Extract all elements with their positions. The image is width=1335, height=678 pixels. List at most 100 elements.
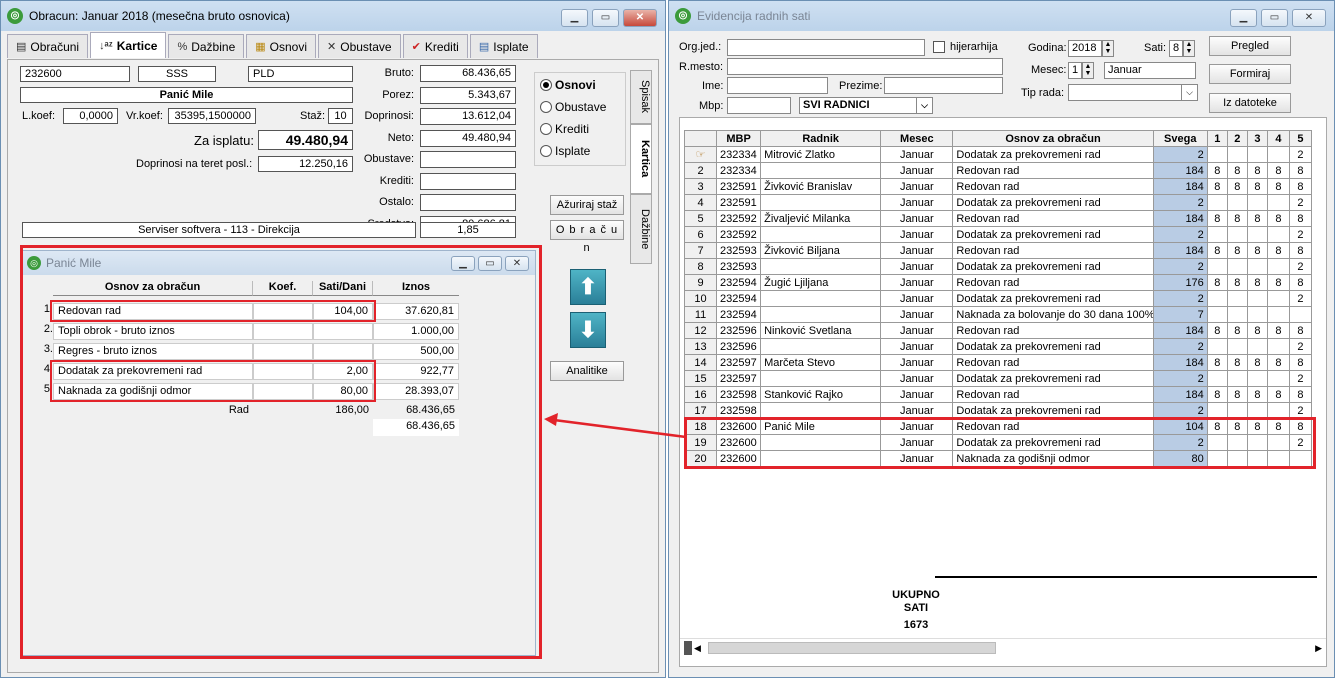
tab-dažbine[interactable]: % Dažbine xyxy=(168,34,245,58)
column-header[interactable]: Svega xyxy=(1152,130,1208,147)
sati-input[interactable]: 8 xyxy=(1169,40,1183,57)
table-row[interactable]: 6 232592 Januar Dodatak za prekovremeni rad… xyxy=(683,226,1313,243)
column-header[interactable]: 4 xyxy=(1266,130,1290,147)
sati-cell[interactable]: 104,00 xyxy=(313,303,373,320)
scroll-right-icon[interactable]: ▶ xyxy=(1315,643,1322,654)
close-button[interactable]: ✕ xyxy=(1292,9,1326,27)
tiprada-select[interactable]: ⌵ xyxy=(1068,84,1198,101)
table-row[interactable]: 17 232598 Januar Dodatak za prekovremeni ra… xyxy=(683,402,1313,419)
iz-datoteke-button[interactable]: Iz datoteke xyxy=(1209,93,1291,113)
scroll-left-icon[interactable]: ◀ xyxy=(694,643,701,654)
obracun-button[interactable]: O b r a č u n xyxy=(550,220,624,254)
vtab-dažbine[interactable]: Dažbine xyxy=(630,194,652,264)
prezime-input[interactable] xyxy=(884,77,1003,94)
osnov-cell[interactable]: Regres - bruto iznos xyxy=(53,343,253,360)
maximize-button[interactable]: ▭ xyxy=(1261,9,1288,27)
scrollbar-thumb[interactable] xyxy=(708,642,996,654)
mesec-spinner[interactable]: ▲ ▼ xyxy=(1082,62,1094,79)
move-down-button[interactable]: ⬇ xyxy=(570,312,606,348)
sati-cell[interactable]: 80,00 xyxy=(313,383,373,400)
orgjed-input[interactable] xyxy=(727,39,925,56)
minimize-button[interactable]: ▁ xyxy=(561,9,588,27)
vtab-spisak[interactable]: Spisak xyxy=(630,70,652,124)
tab-isplate[interactable]: ▤ Isplate xyxy=(469,34,538,58)
minimize-button[interactable]: ▁ xyxy=(1230,9,1257,27)
table-row[interactable]: 20 232600 Januar Naknada za godišnji odmor 8… xyxy=(683,450,1313,467)
sub-close-button[interactable]: ✕ xyxy=(505,256,529,271)
pregled-button[interactable]: Pregled xyxy=(1209,36,1291,56)
table-row[interactable]: 11 232594 Januar Naknada za bolovanje do 30… xyxy=(683,306,1313,323)
analitike-button[interactable]: Analitike xyxy=(550,361,624,381)
sati-cell[interactable]: 2,00 xyxy=(313,363,373,380)
osnov-cell[interactable]: Topli obrok - bruto iznos xyxy=(53,323,253,340)
koef-cell[interactable] xyxy=(253,303,313,320)
table-row[interactable]: 7 232593 Živković Biljana Januar Redovan rad… xyxy=(683,242,1313,259)
sub-minimize-button[interactable]: ▁ xyxy=(451,256,475,271)
table-row[interactable]: 3 232591 Živković Branislav Januar Redovan r… xyxy=(683,178,1313,195)
column-header[interactable]: Mesec xyxy=(880,130,954,147)
rmesto-input[interactable] xyxy=(727,58,1003,75)
radio-isplate[interactable]: Isplate xyxy=(540,144,590,158)
mesec-input[interactable]: 1 xyxy=(1068,62,1082,79)
osnov-cell: Dodatak za prekovremeni rad xyxy=(952,338,1154,355)
koef-cell[interactable] xyxy=(253,323,313,340)
osnov-cell[interactable]: Redovan rad xyxy=(53,303,253,320)
table-row[interactable]: 18 232600 Panić Mile Januar Redovan rad 104 8 8… xyxy=(683,418,1313,435)
godina-input[interactable]: 2018 xyxy=(1068,40,1102,57)
osnov-cell[interactable]: Dodatak za prekovremeni rad xyxy=(53,363,253,380)
iznos-cell[interactable]: 1.000,00 xyxy=(373,323,459,340)
column-header[interactable]: Osnov za obračun xyxy=(952,130,1154,147)
column-header[interactable]: 5 xyxy=(1288,130,1313,147)
hijerarhija-checkbox[interactable] xyxy=(933,41,945,53)
maximize-button[interactable]: ▭ xyxy=(592,9,619,27)
tab-krediti[interactable]: ✔ Krediti xyxy=(402,34,468,58)
tab-osnovi[interactable]: ▦ Osnovi xyxy=(246,34,317,58)
radio-osnovi[interactable]: Osnovi xyxy=(540,78,596,92)
koef-cell[interactable] xyxy=(253,363,313,380)
column-header[interactable]: 2 xyxy=(1226,130,1248,147)
tab-obračuni[interactable]: ▤ Obračuni xyxy=(7,34,89,58)
column-header[interactable]: MBP xyxy=(716,130,762,147)
radio-obustave[interactable]: Obustave xyxy=(540,100,606,114)
iznos-cell[interactable]: 500,00 xyxy=(373,343,459,360)
iznos-cell[interactable]: 28.393,07 xyxy=(373,383,459,400)
vtab-kartica[interactable]: Kartica xyxy=(630,124,652,194)
tab-obustave[interactable]: ✕ Obustave xyxy=(318,34,401,58)
table-row[interactable]: 9 232594 Žugić Ljiljana Januar Redovan rad 17… xyxy=(683,274,1313,291)
osnov-cell[interactable]: Naknada za godišnji odmor xyxy=(53,383,253,400)
move-up-button[interactable]: ⬆ xyxy=(570,269,606,305)
column-header[interactable]: Radnik xyxy=(760,130,882,147)
table-row[interactable]: ☞ 232334 Mitrović Zlatko Januar Dodatak za p… xyxy=(683,146,1313,163)
iznos-cell[interactable]: 922,77 xyxy=(373,363,459,380)
radio-krediti[interactable]: Krediti xyxy=(540,122,589,136)
table-row[interactable]: 12 232596 Ninković Svetlana Januar Redovan r… xyxy=(683,322,1313,339)
sub-maximize-button[interactable]: ▭ xyxy=(478,256,502,271)
ime-input[interactable] xyxy=(727,77,828,94)
table-row[interactable]: 19 232600 Januar Dodatak za prekovremeni ra… xyxy=(683,434,1313,451)
table-row[interactable]: 16 232598 Stanković Rajko Januar Redovan rad… xyxy=(683,386,1313,403)
close-button[interactable]: ✕ xyxy=(623,9,657,27)
svi-radnici-select[interactable]: SVI RADNICI ⌵ xyxy=(799,97,933,114)
table-row[interactable]: 14 232597 Marčeta Stevo Januar Redovan rad 18… xyxy=(683,354,1313,371)
godina-spinner[interactable]: ▲ ▼ xyxy=(1102,40,1114,57)
table-row[interactable]: 5 232592 Živaljević Milanka Januar Redovan r… xyxy=(683,210,1313,227)
mbp-input[interactable] xyxy=(727,97,791,114)
table-row[interactable]: 8 232593 Januar Dodatak za prekovremeni rad… xyxy=(683,258,1313,275)
table-row[interactable]: 15 232597 Januar Dodatak za prekovremeni ra… xyxy=(683,370,1313,387)
iznos-cell[interactable]: 37.620,81 xyxy=(373,303,459,320)
table-row[interactable]: 10 232594 Januar Dodatak za prekovremeni ra… xyxy=(683,290,1313,307)
formiraj-button[interactable]: Formiraj xyxy=(1209,64,1291,84)
table-row[interactable]: 4 232591 Januar Dodatak za prekovremeni rad… xyxy=(683,194,1313,211)
column-header[interactable]: 3 xyxy=(1246,130,1268,147)
column-header[interactable]: 1 xyxy=(1206,130,1228,147)
table-row[interactable]: 13 232596 Januar Dodatak za prekovremeni ra… xyxy=(683,338,1313,355)
sati-cell[interactable] xyxy=(313,343,373,360)
tab-kartice[interactable]: ↓ᵃᶻ Kartice xyxy=(90,32,167,58)
horizontal-scrollbar[interactable]: ◀ ▶ xyxy=(680,638,1326,656)
table-row[interactable]: 2 232334 Januar Redovan rad 184 8 8 8 8 8 xyxy=(683,162,1313,179)
sati-spinner[interactable]: ▲ ▼ xyxy=(1183,40,1195,57)
sati-cell[interactable] xyxy=(313,323,373,340)
koef-cell[interactable] xyxy=(253,383,313,400)
koef-cell[interactable] xyxy=(253,343,313,360)
azuriraj-staz-button[interactable]: Ažuriraj staž xyxy=(550,195,624,215)
